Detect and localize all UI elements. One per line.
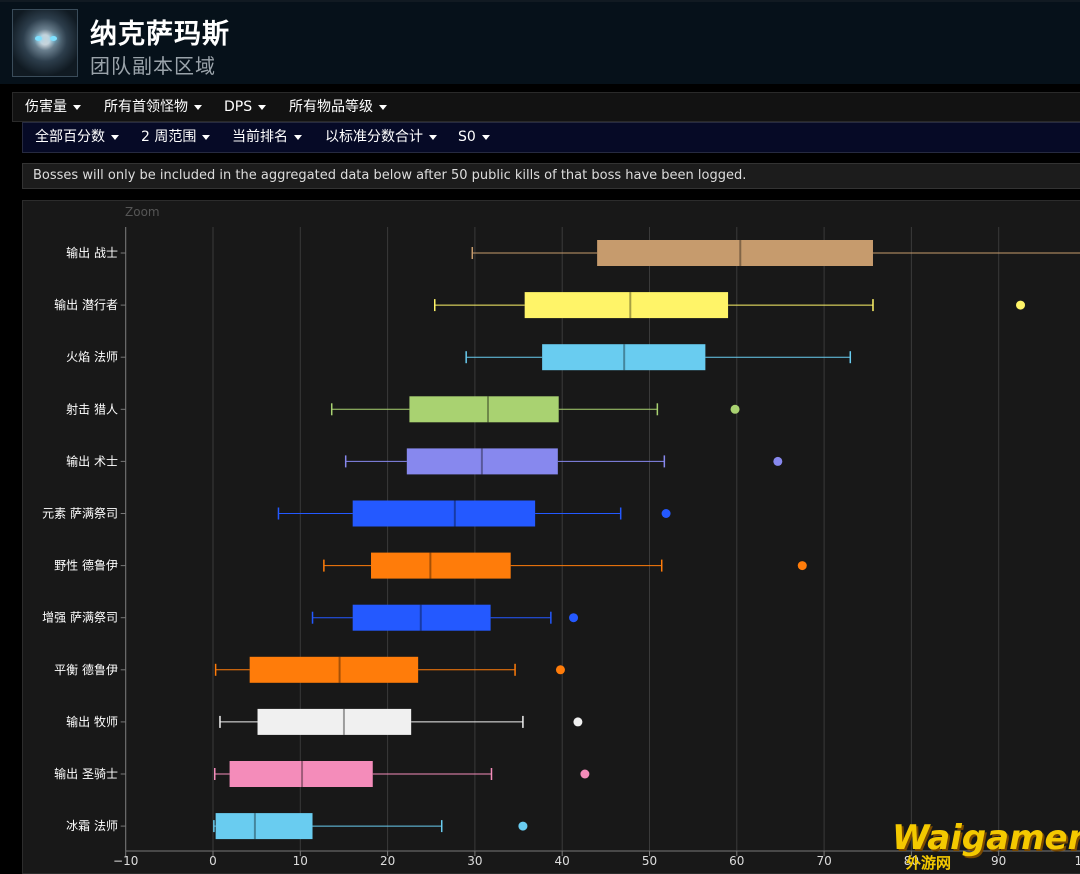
- season-dropdown-label: S0: [458, 129, 476, 145]
- box-iqr: [524, 292, 729, 319]
- category-label: 输出 牧师: [66, 714, 118, 729]
- x-tick-label: 30: [467, 854, 482, 868]
- x-tick-label: 50: [642, 854, 657, 868]
- metric-dropdown[interactable]: 伤害量: [25, 93, 81, 121]
- chevron-down-icon: [111, 134, 119, 140]
- page-subtitle: 团队副本区域: [90, 54, 216, 78]
- percentile-dropdown-label: 全部百分数: [35, 129, 105, 145]
- outlier-point: [569, 613, 579, 623]
- outlier-point: [580, 769, 590, 779]
- info-notice: Bosses will only be included in the aggr…: [22, 163, 1080, 189]
- time-range-dropdown[interactable]: 2 周范围: [141, 123, 211, 151]
- box-iqr: [249, 656, 419, 683]
- chevron-down-icon: [73, 104, 81, 110]
- boxplot-svg: −100102030405060708090100输出 战士输出 潜行者火焰 法…: [42, 227, 1080, 868]
- box-iqr: [409, 396, 559, 423]
- outlier-point: [773, 456, 783, 466]
- role-dropdown-label: DPS: [224, 99, 253, 115]
- x-tick-label: 10: [293, 854, 308, 868]
- outlier-point: [797, 561, 807, 571]
- box-iqr: [257, 708, 412, 735]
- filter-bar-primary: 伤害量 所有首领怪物 DPS 所有物品等级: [12, 92, 1080, 122]
- portrait-eye-right: [50, 36, 57, 41]
- item-level-dropdown[interactable]: 所有物品等级: [289, 93, 387, 121]
- page-title: 纳克萨玛斯: [90, 19, 230, 50]
- chevron-down-icon: [202, 134, 211, 140]
- category-label: 火焰 法师: [66, 349, 118, 364]
- box-iqr: [352, 500, 536, 527]
- x-tick-label: 40: [555, 854, 570, 868]
- watermark-sub: 外游网: [906, 854, 952, 872]
- category-label: 输出 术士: [66, 453, 118, 468]
- box-iqr: [371, 552, 511, 579]
- item-level-dropdown-label: 所有物品等级: [289, 99, 373, 115]
- category-label: 元素 萨满祭司: [42, 507, 118, 521]
- outlier-point: [730, 404, 740, 414]
- chevron-down-icon: [379, 104, 387, 110]
- category-label: 野性 德鲁伊: [54, 558, 118, 573]
- x-tick-label: 0: [209, 854, 217, 868]
- portrait-eye-left: [35, 36, 42, 41]
- time-range-dropdown-label: 2 周范围: [141, 129, 197, 145]
- boss-dropdown-label: 所有首领怪物: [104, 99, 188, 115]
- chevron-down-icon: [481, 134, 490, 140]
- outlier-point: [518, 821, 528, 831]
- aggregation-dropdown-label: 以标准分数合计: [325, 129, 423, 145]
- category-label: 平衡 德鲁伊: [54, 662, 118, 677]
- boxplot-chart: Zoom −100102030405060708090100输出 战士输出 潜行…: [22, 200, 1080, 874]
- x-tick-label: 20: [380, 854, 395, 868]
- season-dropdown[interactable]: S0: [458, 123, 490, 151]
- boss-portrait-image: [12, 9, 78, 77]
- box-iqr: [597, 240, 873, 266]
- chevron-down-icon: [258, 104, 267, 110]
- outlier-point: [555, 665, 565, 675]
- chevron-down-icon: [429, 134, 437, 140]
- chevron-down-icon: [294, 134, 302, 140]
- category-label: 输出 圣骑士: [54, 766, 118, 781]
- role-dropdown[interactable]: DPS: [224, 93, 267, 121]
- x-tick-label: −10: [113, 854, 138, 868]
- category-label: 输出 潜行者: [54, 297, 118, 312]
- category-label: 冰霜 法师: [66, 819, 118, 833]
- aggregation-dropdown[interactable]: 以标准分数合计: [325, 123, 437, 151]
- category-label: 增强 萨满祭司: [42, 611, 118, 625]
- boss-dropdown[interactable]: 所有首领怪物: [104, 93, 202, 121]
- percentile-dropdown[interactable]: 全部百分数: [35, 123, 119, 151]
- category-label: 输出 战士: [66, 245, 118, 260]
- x-tick-label: 70: [816, 854, 831, 868]
- box-iqr: [215, 813, 313, 840]
- ranking-dropdown[interactable]: 当前排名: [232, 123, 302, 151]
- metric-dropdown-label: 伤害量: [25, 99, 67, 115]
- ranking-dropdown-label: 当前排名: [232, 129, 288, 145]
- page-header: 纳克萨玛斯 团队副本区域: [0, 0, 1080, 84]
- outlier-point: [573, 717, 583, 727]
- chevron-down-icon: [194, 104, 202, 110]
- filter-bar-secondary: 全部百分数 2 周范围 当前排名 以标准分数合计 S0: [22, 122, 1080, 153]
- x-tick-label: 60: [729, 854, 744, 868]
- outlier-point: [1016, 300, 1026, 310]
- category-label: 射击 猎人: [66, 401, 118, 416]
- outlier-point: [661, 509, 671, 518]
